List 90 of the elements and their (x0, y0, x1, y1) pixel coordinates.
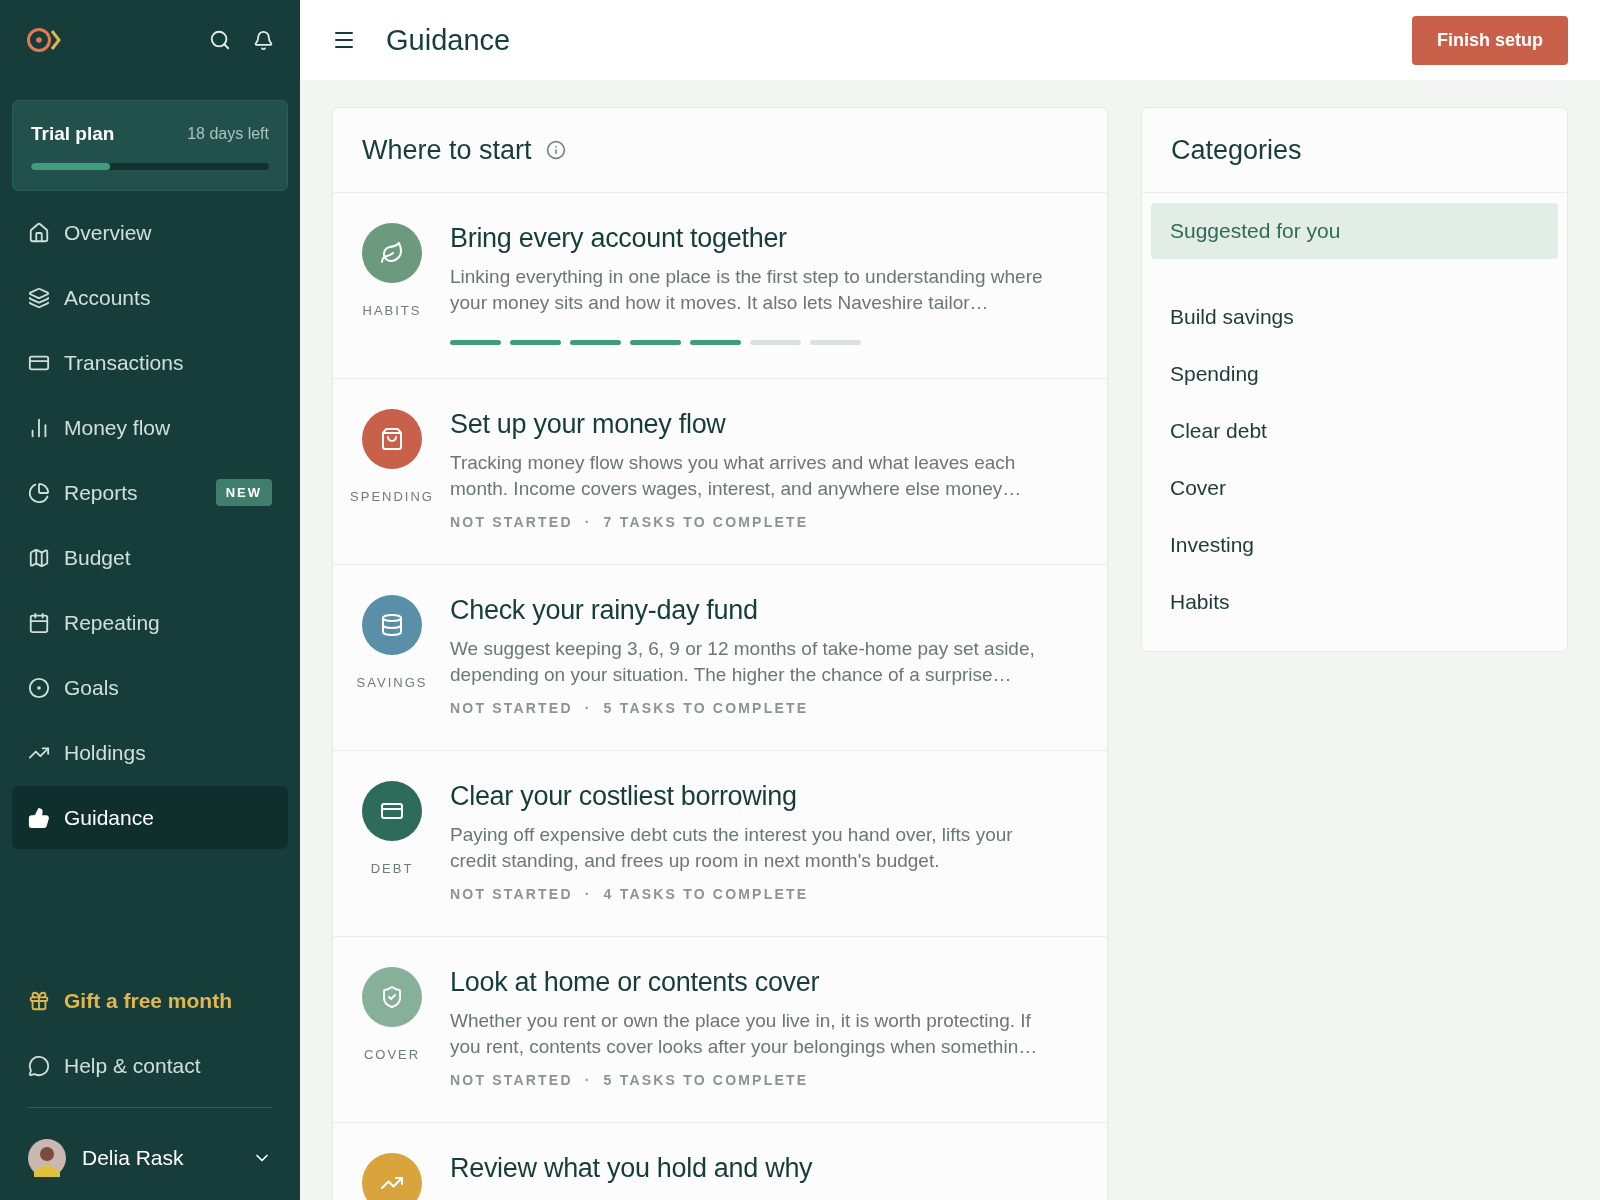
nav-item[interactable]: Budget (12, 526, 288, 589)
gift-link[interactable]: Gift a free month (12, 969, 288, 1032)
help-label: Help & contact (64, 1053, 202, 1078)
separator-dot: · (584, 700, 592, 716)
card-title: Set up your money flow (450, 409, 727, 440)
map-icon (28, 546, 50, 569)
separator-dot: · (584, 886, 592, 902)
category-item[interactable]: Build savings (1151, 289, 1558, 345)
bell-icon[interactable] (253, 29, 274, 51)
category-item[interactable]: Clear debt (1151, 403, 1558, 459)
task-count: 5 TASKS TO COMPLETE (603, 700, 809, 716)
card-title: Review what you hold and why (450, 1153, 814, 1184)
shopping-bag-icon (380, 427, 404, 451)
panel-title: Where to start (362, 134, 532, 166)
card-title: Look at home or contents cover (450, 967, 821, 998)
card-description: Whether you rent or own the place you live in, it is worth protecting. If you rent, contents cover looks after your belongings when somethin… (450, 1009, 1039, 1059)
category-item[interactable]: Habits (1151, 574, 1558, 630)
status-label: NOT STARTED (450, 514, 573, 530)
nav-label: Money flow (64, 415, 172, 440)
nav-label: Reports (64, 480, 139, 505)
target-icon (28, 676, 50, 699)
category-item[interactable]: Spending (1151, 346, 1558, 402)
pie-chart-icon (28, 481, 50, 504)
avatar (28, 1139, 66, 1177)
nav-item[interactable]: Overview (12, 201, 288, 264)
finish-setup-button[interactable]: Finish setup (1412, 15, 1568, 65)
nav-label: Accounts (64, 285, 152, 310)
nav-label: Holdings (64, 740, 147, 765)
nav-label: Guidance (64, 805, 155, 830)
logo-icon (26, 26, 62, 54)
page-title: Guidance (386, 23, 512, 57)
guidance-card[interactable]: Review what you hold and why (333, 1123, 1107, 1200)
guidance-card[interactable]: HABITS Bring every account together Linking everything in one place is the first step to understanding where your money sits and how it moves. It also lets Naveshire tailor… (333, 193, 1107, 379)
nav-item[interactable]: Holdings (12, 721, 288, 784)
task-count: 4 TASKS TO COMPLETE (603, 886, 809, 902)
nav-label: Transactions (64, 350, 185, 375)
gift-icon (28, 989, 50, 1012)
nav-item[interactable]: Guidance (12, 786, 288, 849)
category-item[interactable]: Investing (1151, 517, 1558, 573)
chat-icon (28, 1054, 50, 1077)
status-label: NOT STARTED (450, 1072, 573, 1088)
card-title: Bring every account together (450, 223, 788, 254)
gift-label: Gift a free month (64, 988, 233, 1013)
plan-name: Trial plan (31, 123, 115, 145)
user-name: Delia Rask (82, 1146, 185, 1170)
search-icon[interactable] (209, 29, 231, 51)
panel-title: Categories (1171, 134, 1302, 166)
status-label: NOT STARTED (450, 886, 573, 902)
nav-label: Overview (64, 220, 153, 245)
nav-item[interactable]: Reports NEW (12, 461, 288, 524)
separator-dot: · (584, 514, 592, 530)
leaf-icon (380, 241, 404, 265)
separator-dot: · (584, 1072, 592, 1088)
info-icon[interactable] (545, 140, 566, 160)
category-label: SPENDING (350, 489, 434, 504)
user-menu[interactable]: Delia Rask (12, 1116, 288, 1200)
nav-item[interactable]: Money flow (12, 396, 288, 459)
nav-label: Budget (64, 545, 132, 570)
nav-item[interactable]: Accounts (12, 266, 288, 329)
nav-label: Repeating (64, 610, 161, 635)
category-label: HABITS (362, 303, 422, 318)
card-description: We suggest keeping 3, 6, 9 or 12 months of take-home pay set aside, depending on your situation. The higher the chance of a surprise… (450, 637, 1036, 687)
card-description: Paying off expensive debt cuts the interest you hand over, lifts your credit standing, and frees up room in next month's budget. (450, 823, 1014, 873)
guidance-card[interactable]: SPENDING Set up your money flow Tracking money flow shows you what arrives and what leaves each month. Income covers wages, interest, and anywhere else money… NOT STARTED · 7 TASKS TO COMPLETE (333, 379, 1107, 565)
shield-check-icon (380, 985, 404, 1009)
house-icon (28, 221, 50, 244)
status-label: NOT STARTED (450, 700, 573, 716)
nav-item[interactable]: Repeating (12, 591, 288, 654)
card-title: Clear your costliest borrowing (450, 781, 798, 812)
nav-item[interactable]: Goals (12, 656, 288, 719)
database-icon (380, 613, 404, 637)
nav-label: Goals (64, 675, 120, 700)
task-count: 7 TASKS TO COMPLETE (603, 514, 809, 530)
task-count: 5 TASKS TO COMPLETE (603, 1072, 809, 1088)
new-badge: NEW (215, 479, 272, 506)
help-link[interactable]: Help & contact (12, 1034, 288, 1097)
category-item[interactable]: Cover (1151, 460, 1558, 516)
card-description: Tracking money flow shows you what arrives and what leaves each month. Income covers wages, interest, and anywhere else money… (450, 451, 1023, 501)
days-left: 18 days left (187, 125, 269, 143)
card-title: Check your rainy-day fund (450, 595, 759, 626)
nav-item[interactable]: Transactions (12, 331, 288, 394)
category-label: SAVINGS (356, 675, 428, 690)
category-item[interactable]: Suggested for you (1151, 203, 1558, 259)
card-description: Linking everything in one place is the first step to understanding where your money sits and how it moves. It also lets Naveshire tailor… (450, 265, 1044, 315)
thumbs-up-icon (28, 806, 50, 829)
category-label: COVER (363, 1047, 421, 1062)
category-label: DEBT (370, 861, 414, 876)
layers-icon (28, 286, 50, 309)
calendar-icon (28, 611, 50, 634)
guidance-card[interactable]: DEBT Clear your costliest borrowing Paying off expensive debt cuts the interest you hand over, lifts your credit standing, and frees up room in next month's budget. NOT STARTED · 4 TASKS TO COMPLETE (333, 751, 1107, 937)
